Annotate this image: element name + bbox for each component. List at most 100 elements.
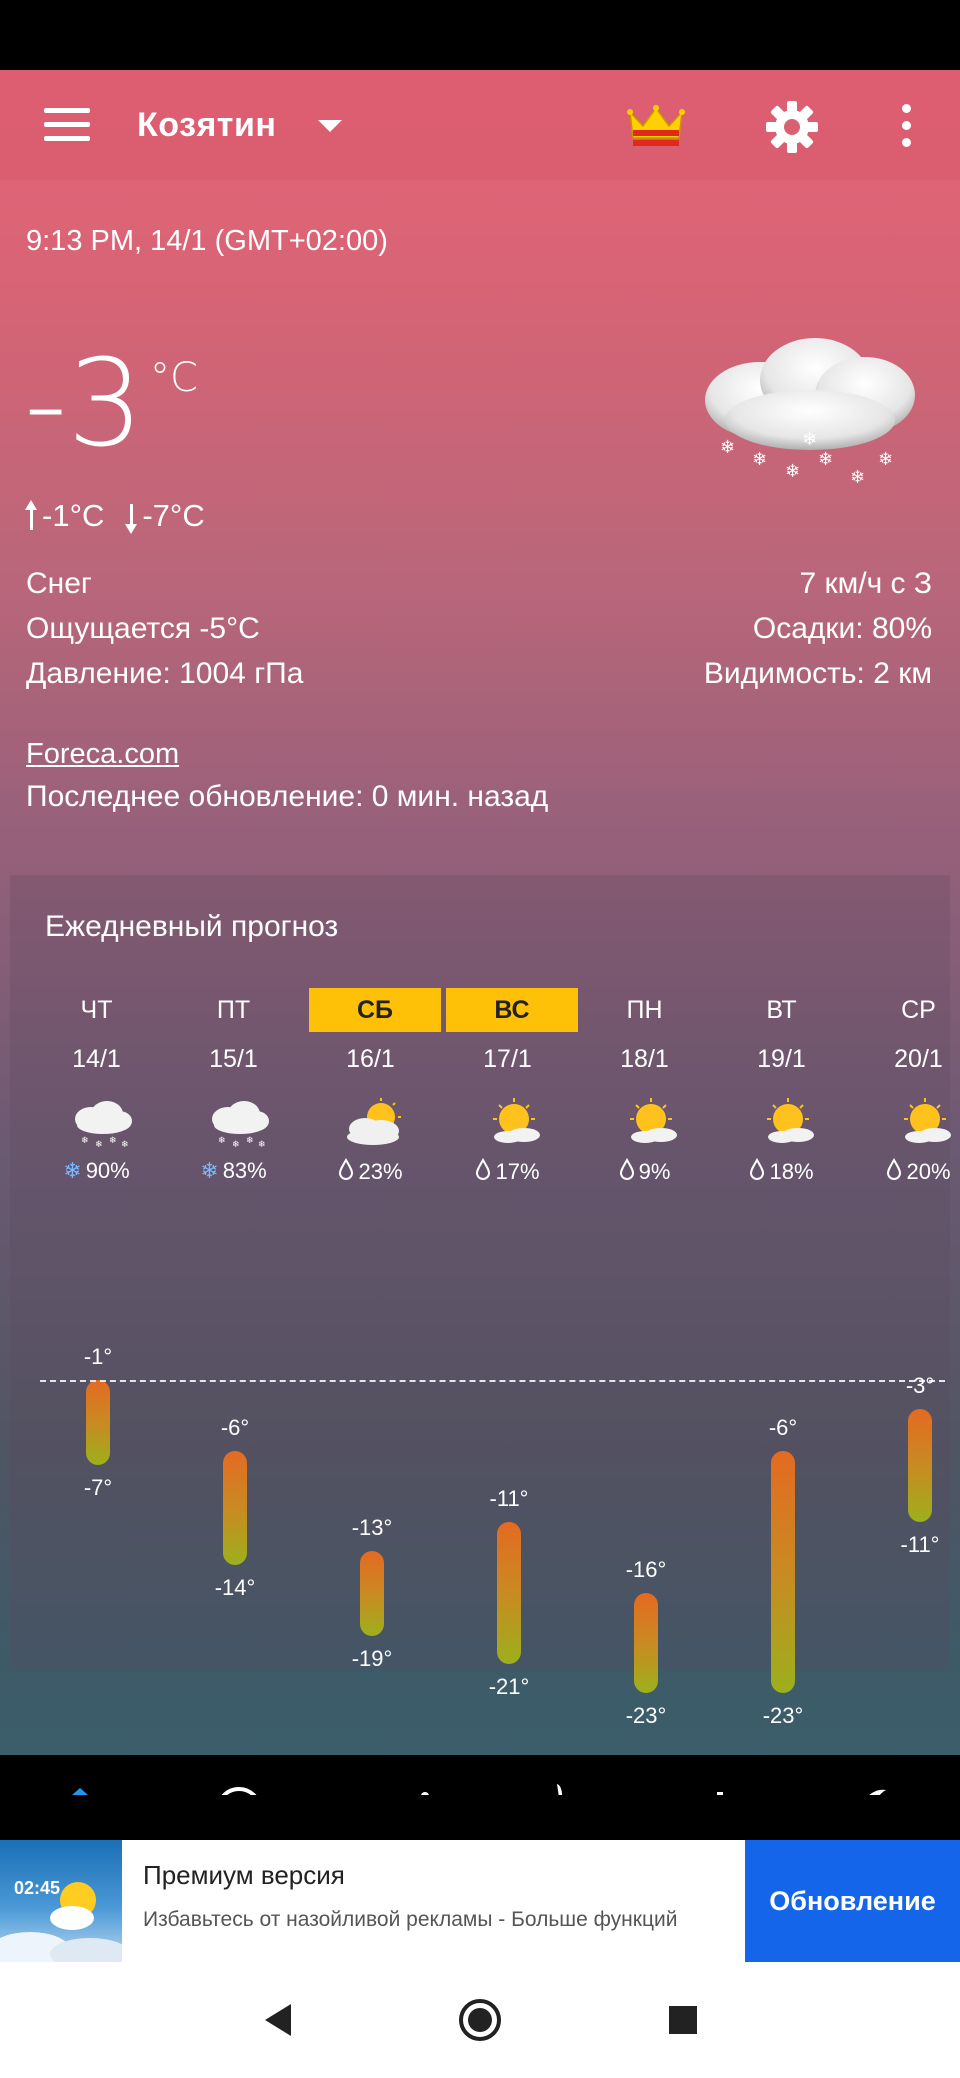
partly-cloudy-icon [343, 1097, 409, 1149]
raindrop-icon [886, 1157, 902, 1186]
cloud-icon [0, 1932, 122, 1962]
svg-text:❄: ❄ [121, 1140, 129, 1149]
raindrop-icon [749, 1157, 765, 1186]
forecast-day[interactable]: СБ 16/1 23% -13° -19° [302, 875, 441, 1671]
upgrade-button[interactable]: Обновление [745, 1840, 960, 1962]
gear-icon[interactable] [765, 100, 819, 154]
svg-text:❄: ❄ [802, 429, 817, 450]
last-update-text: Последнее обновление: 0 мин. назад [26, 780, 549, 813]
bottom-navigation [0, 1755, 960, 1795]
day-low-temp: -14° [214, 1574, 256, 1600]
day-high-temp: -13° [351, 1514, 393, 1540]
graph-icon[interactable] [364, 1775, 434, 1795]
day-precipitation: ❄ 83% [165, 1158, 302, 1184]
city-dropdown-icon[interactable] [318, 120, 342, 132]
svg-text:❄: ❄ [878, 449, 893, 470]
day-low-temp: -7° [83, 1475, 113, 1501]
recents-icon[interactable] [663, 2000, 703, 2040]
day-high-temp: -11° [489, 1486, 529, 1512]
today-high: -1°C [42, 498, 105, 533]
svg-text:❄: ❄ [81, 1136, 89, 1146]
snowflake-icon: ❄ [63, 1158, 82, 1183]
day-precipitation: 20% [850, 1157, 960, 1186]
snowflake-icon: ❄ [200, 1158, 219, 1183]
today-low: -7°C [142, 498, 205, 533]
day-precipitation: 17% [439, 1157, 576, 1186]
forecast-day[interactable]: ВТ 19/1 18% -6° -23° [713, 875, 850, 1728]
back-icon[interactable] [259, 2000, 299, 2040]
forecast-day[interactable]: ЧТ 14/1 ❄ ❄ ❄ ❄ ❄ 90% -1° -7° [28, 875, 165, 1670]
wind-turbine-icon[interactable] [525, 1775, 595, 1795]
day-high-temp: -6° [220, 1415, 250, 1441]
day-low-temp: -21° [488, 1674, 530, 1700]
menu-icon[interactable] [44, 108, 92, 142]
svg-text:❄: ❄ [850, 467, 865, 488]
day-high-temp: -6° [768, 1415, 798, 1441]
day-name: СБ [309, 988, 441, 1032]
temperature-range-bar [223, 1451, 247, 1565]
day-date: 17/1 [483, 1045, 532, 1073]
svg-text:❄: ❄ [752, 449, 767, 470]
snow-cloud-icon: ❄ ❄ ❄ ❄ [69, 1097, 135, 1150]
zero-degree-line [40, 1380, 945, 1382]
wind-text: 7 км/ч с З [799, 567, 932, 600]
svg-text:❄: ❄ [246, 1136, 254, 1146]
arrow-up-icon [24, 500, 38, 532]
sun-cloud-icon [754, 1097, 820, 1149]
pressure-text: Давление: 1004 гПа [26, 657, 304, 690]
precipitation-text: Осадки: 80% [752, 612, 932, 645]
premium-ad-banner[interactable]: 02:45 Премиум версия Избавьтесь от назой… [0, 1840, 960, 1962]
condition-text: Снег [26, 567, 92, 600]
snow-cloud-icon: ❄ ❄ ❄ ❄ [206, 1097, 272, 1150]
forecast-day[interactable]: ВС 17/1 17% -11° -21° [439, 875, 578, 1699]
day-low-temp: -23° [762, 1702, 804, 1728]
bars-icon[interactable] [685, 1775, 755, 1795]
svg-text:❄: ❄ [232, 1140, 240, 1149]
temperature-unit: °C [150, 355, 198, 401]
feels-like-text: Ощущается -5°C [26, 612, 260, 645]
raindrop-icon [475, 1157, 491, 1186]
weather-screen: Козятин 9:13 PM, 14/1 (GMT+02:00) -3 °C … [0, 70, 960, 1795]
forecast-day[interactable]: СР 20/1 20% -3° -11° [850, 875, 960, 1670]
daily-forecast-card[interactable]: Ежедневный прогноз ЧТ 14/1 ❄ ❄ ❄ ❄ ❄ 90% -1° -7° П… [10, 875, 951, 1728]
forecast-day[interactable]: ПТ 15/1 ❄ ❄ ❄ ❄ ❄ 83% -6° -14° [165, 875, 302, 1670]
temperature-range-bar [771, 1451, 795, 1693]
visibility-text: Видимость: 2 км [703, 657, 932, 690]
sun-cloud-icon [617, 1097, 683, 1149]
day-date: 19/1 [757, 1045, 806, 1073]
precip-value: 23% [358, 1159, 403, 1184]
day-date: 20/1 [894, 1045, 943, 1073]
foreca-link[interactable]: Foreca.com [26, 738, 179, 771]
clock-icon[interactable] [204, 1775, 274, 1795]
city-name[interactable]: Козятин [137, 106, 276, 145]
home-button-icon[interactable] [457, 1997, 503, 2043]
precip-value: 9% [638, 1159, 671, 1184]
ad-title: Премиум версия [143, 1860, 345, 1890]
today-min-max: -1°C -7°C [24, 498, 205, 534]
day-name: ВС [446, 988, 578, 1032]
day-date: 18/1 [620, 1045, 669, 1073]
crown-icon[interactable] [627, 104, 685, 148]
precip-value: 18% [769, 1159, 814, 1184]
day-high-temp: -16° [625, 1557, 667, 1583]
more-vert-icon[interactable] [896, 104, 916, 148]
svg-text:❄: ❄ [218, 1136, 226, 1146]
day-date: 14/1 [72, 1045, 121, 1073]
temperature-range-bar [360, 1550, 384, 1636]
day-name: ЧТ [80, 996, 113, 1024]
precip-value: 90% [85, 1158, 130, 1183]
day-high-temp: -3° [905, 1372, 935, 1398]
day-name: ПТ [216, 996, 251, 1024]
status-bar [0, 0, 960, 70]
moon-icon[interactable] [845, 1775, 915, 1795]
app-toolbar: Козятин [0, 70, 960, 180]
precip-value: 20% [906, 1159, 951, 1184]
day-precipitation: 9% [576, 1157, 713, 1186]
forecast-day[interactable]: ПН 18/1 9% -16° -23° [576, 875, 713, 1728]
arrow-down-icon [124, 500, 138, 534]
day-date: 16/1 [346, 1045, 395, 1073]
home-icon[interactable] [45, 1775, 115, 1795]
svg-text:❄: ❄ [818, 449, 833, 470]
svg-text:❄: ❄ [785, 461, 800, 482]
ad-thumbnail: 02:45 [0, 1840, 122, 1962]
